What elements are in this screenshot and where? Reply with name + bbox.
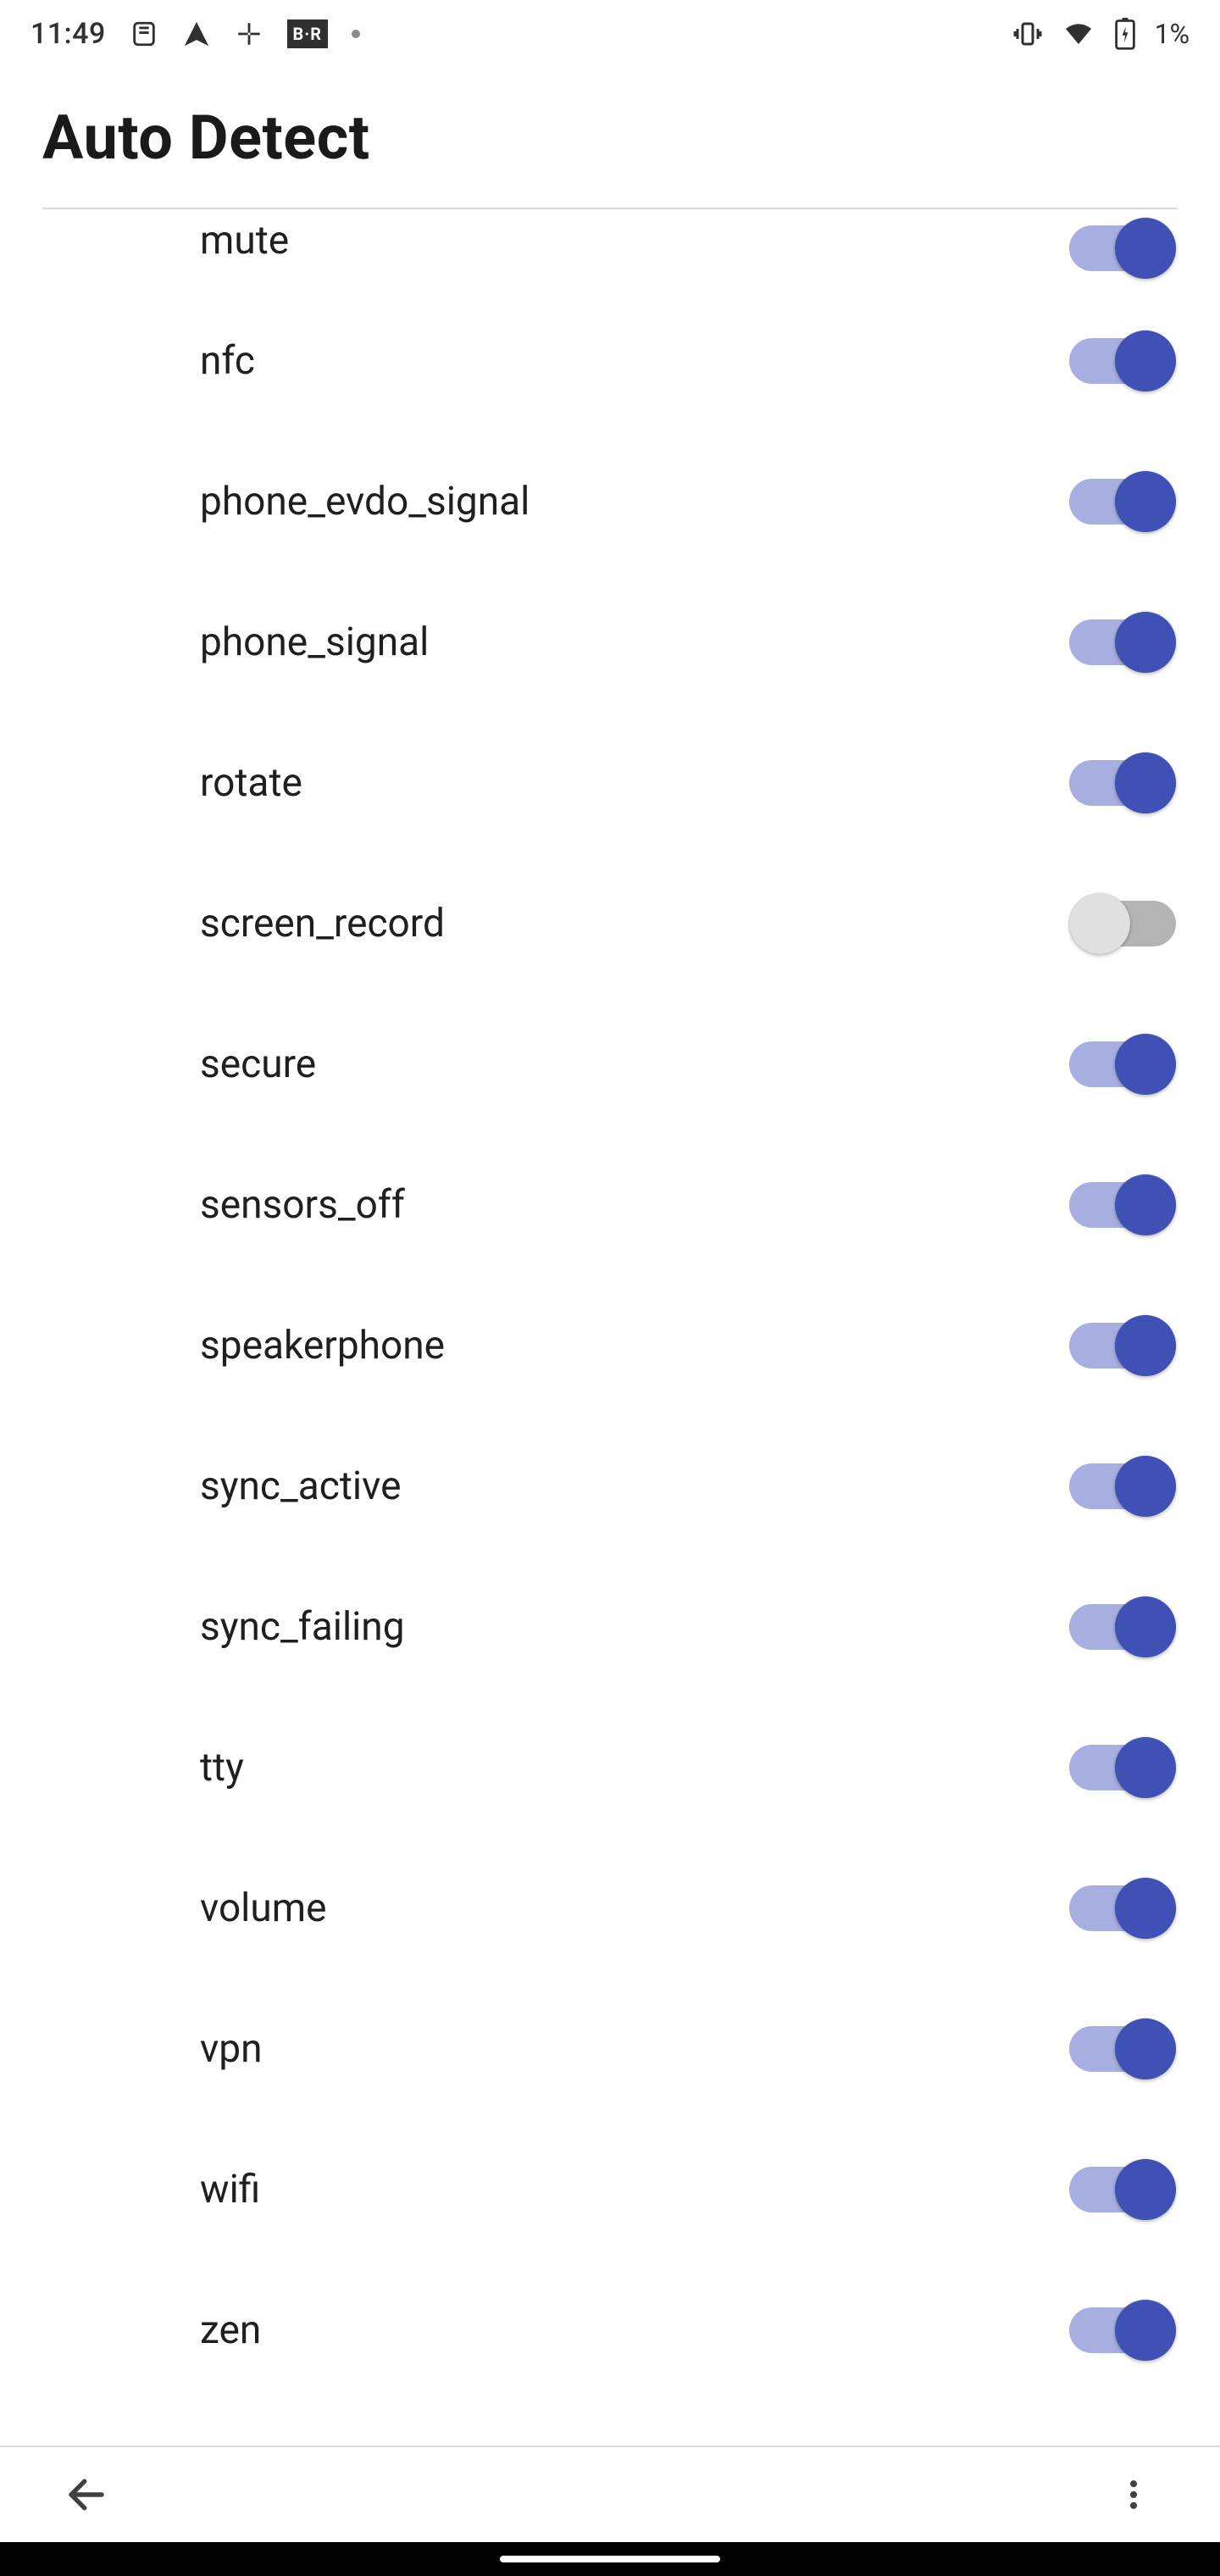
switch-thumb	[1115, 2300, 1176, 2361]
list-item[interactable]: sensors_off	[0, 1135, 1220, 1275]
switch-thumb	[1115, 1174, 1176, 1235]
switch-thumb	[1115, 1034, 1176, 1095]
setting-label: rotate	[200, 760, 1069, 806]
wifi-icon	[1062, 19, 1095, 49]
setting-label: sync_failing	[200, 1604, 1069, 1650]
switch-thumb	[1115, 1315, 1176, 1376]
switch-thumb	[1115, 1456, 1176, 1517]
toggle-switch[interactable]	[1069, 1315, 1176, 1376]
toggle-switch[interactable]	[1069, 1456, 1176, 1517]
list-item[interactable]: wifi	[0, 2119, 1220, 2260]
toggle-switch[interactable]	[1069, 330, 1176, 391]
setting-label: secure	[200, 1041, 1069, 1087]
more-notifications-dot-icon	[352, 30, 360, 38]
toggle-switch[interactable]	[1069, 1878, 1176, 1939]
more-vert-icon	[1115, 2472, 1152, 2518]
toggle-switch[interactable]	[1069, 471, 1176, 532]
setting-label: vpn	[200, 2026, 1069, 2072]
setting-label: mute	[200, 218, 1069, 264]
clock: 11:49	[30, 17, 106, 51]
switch-thumb	[1115, 471, 1176, 532]
arrow-left-icon	[64, 2472, 109, 2518]
setting-label: screen_record	[200, 901, 1069, 947]
switch-thumb	[1069, 893, 1130, 954]
gesture-nav-area	[0, 2542, 1220, 2576]
status-bar: 11:49 B·R 1%	[0, 0, 1220, 68]
battery-charging-icon	[1114, 18, 1136, 50]
toggle-switch[interactable]	[1069, 893, 1176, 954]
setting-label: tty	[200, 1745, 1069, 1790]
toggle-switch[interactable]	[1069, 2018, 1176, 2079]
toggle-switch[interactable]	[1069, 612, 1176, 673]
setting-label: wifi	[200, 2167, 1069, 2212]
list-item[interactable]: phone_evdo_signal	[0, 431, 1220, 572]
switch-thumb	[1115, 330, 1176, 391]
list-item[interactable]: nfc	[0, 291, 1220, 431]
toggle-switch[interactable]	[1069, 1174, 1176, 1235]
bottom-app-bar	[0, 2446, 1220, 2542]
setting-label: volume	[200, 1885, 1069, 1931]
switch-thumb	[1115, 752, 1176, 813]
switch-thumb	[1115, 218, 1176, 279]
switch-thumb	[1115, 1737, 1176, 1798]
list-item[interactable]: mute	[0, 209, 1220, 291]
toggle-switch[interactable]	[1069, 1034, 1176, 1095]
list-item[interactable]: speakerphone	[0, 1275, 1220, 1416]
setting-label: sync_active	[200, 1463, 1069, 1509]
list-item[interactable]: phone_signal	[0, 572, 1220, 713]
setting-label: phone_signal	[200, 619, 1069, 665]
status-bar-left: 11:49 B·R	[30, 17, 360, 51]
toggle-switch[interactable]	[1069, 218, 1176, 279]
switch-thumb	[1115, 1596, 1176, 1657]
toggle-switch[interactable]	[1069, 2159, 1176, 2220]
toggle-switch[interactable]	[1069, 1737, 1176, 1798]
toggle-switch[interactable]	[1069, 2300, 1176, 2361]
vibrate-icon	[1012, 19, 1043, 49]
switch-thumb	[1115, 2159, 1176, 2220]
overflow-menu-button[interactable]	[1098, 2459, 1169, 2530]
toggle-switch[interactable]	[1069, 1596, 1176, 1657]
page-title: Auto Detect	[42, 102, 1178, 174]
list-item[interactable]: volume	[0, 1838, 1220, 1979]
list-item[interactable]: sync_failing	[0, 1557, 1220, 1697]
list-item[interactable]: sync_active	[0, 1416, 1220, 1557]
battery-percentage: 1%	[1155, 18, 1190, 50]
switch-thumb	[1115, 612, 1176, 673]
switch-thumb	[1115, 2018, 1176, 2079]
list-item[interactable]: vpn	[0, 1979, 1220, 2119]
setting-label: sensors_off	[200, 1182, 1069, 1228]
list-item[interactable]: screen_record	[0, 853, 1220, 994]
list-item[interactable]: zen	[0, 2260, 1220, 2401]
list-item[interactable]: tty	[0, 1697, 1220, 1838]
settings-list[interactable]: mute nfc phone_evdo_signal phone_signalrota…	[0, 209, 1220, 2401]
br-app-icon: B·R	[287, 19, 328, 48]
header: Auto Detect	[0, 68, 1220, 208]
send-icon	[182, 19, 211, 48]
slack-icon	[235, 19, 263, 48]
list-item[interactable]: secure	[0, 994, 1220, 1135]
status-bar-right: 1%	[1012, 18, 1190, 50]
setting-label: phone_evdo_signal	[200, 479, 1069, 525]
gesture-nav-pill[interactable]	[500, 2556, 720, 2562]
toggle-switch[interactable]	[1069, 752, 1176, 813]
setting-label: nfc	[200, 338, 1069, 384]
back-button[interactable]	[51, 2459, 122, 2530]
setting-label: speakerphone	[200, 1323, 1069, 1368]
setting-label: zen	[200, 2307, 1069, 2353]
switch-thumb	[1115, 1878, 1176, 1939]
list-item[interactable]: rotate	[0, 713, 1220, 853]
notification-icon-1	[130, 19, 158, 48]
